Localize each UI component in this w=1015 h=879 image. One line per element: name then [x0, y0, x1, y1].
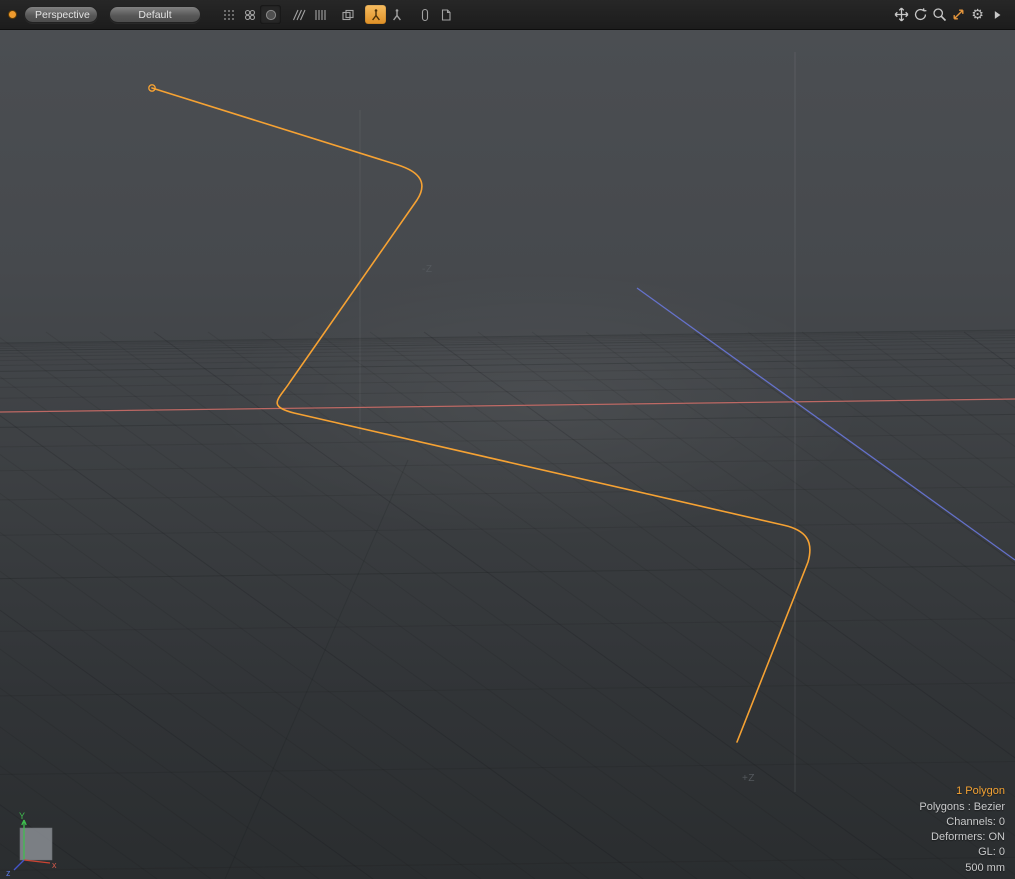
shading-mode-button[interactable]: Default — [109, 6, 201, 23]
overlay-toggle-group — [337, 5, 358, 24]
misc-toggle-group — [414, 5, 456, 24]
modo-3d-viewport-window: Perspective Default — [0, 0, 1015, 879]
settings-gear-icon[interactable]: ⚙ — [968, 5, 987, 24]
view-type-button[interactable]: Perspective — [24, 6, 98, 23]
display-toggle-group — [218, 5, 281, 24]
negative-z-label: -Z — [422, 264, 432, 275]
pan-icon[interactable] — [892, 5, 911, 24]
expand-arrow-icon[interactable] — [987, 5, 1006, 24]
positive-z-label: +Z — [742, 773, 755, 784]
rings-icon[interactable] — [239, 5, 260, 24]
viewport-hud: 1 Polygon Polygons : Bezier Channels: 0 … — [919, 784, 1005, 876]
hatch-toggle-group — [288, 5, 330, 24]
sphere-icon[interactable] — [260, 5, 281, 24]
hud-deformers: Deformers: ON — [919, 830, 1005, 845]
hud-grid-size: 500 mm — [919, 861, 1005, 876]
workplane-square — [20, 828, 52, 860]
ghost-figure-icon[interactable] — [386, 5, 407, 24]
viewport-toolbar: Perspective Default — [0, 0, 1015, 30]
gizmo-x-label: x — [52, 860, 57, 870]
rotate-icon[interactable] — [911, 5, 930, 24]
capsule-icon[interactable] — [414, 5, 435, 24]
axis-gizmo: Y x z — [6, 811, 57, 878]
overlay-squares-icon[interactable] — [337, 5, 358, 24]
hud-gl: GL: 0 — [919, 845, 1005, 860]
hud-selection-count: 1 Polygon — [919, 784, 1005, 799]
gizmo-z-label: z — [6, 868, 11, 878]
fit-view-icon[interactable] — [949, 5, 968, 24]
viewport-options-dot-icon[interactable] — [8, 10, 17, 19]
figure-toggle-group — [365, 5, 407, 24]
gizmo-z-axis — [14, 860, 24, 870]
ghost-figure-active-icon[interactable] — [365, 5, 386, 24]
hud-channels: Channels: 0 — [919, 815, 1005, 830]
hud-polygon-type: Polygons : Bezier — [919, 800, 1005, 815]
zoom-icon[interactable] — [930, 5, 949, 24]
hatch-diagonal-icon[interactable] — [288, 5, 309, 24]
page-icon[interactable] — [435, 5, 456, 24]
vertex-dots-icon[interactable] — [218, 5, 239, 24]
3d-viewport[interactable]: Y x z -Z +Z 1 Polygon Polygons : Bezier … — [0, 30, 1015, 879]
hatch-vertical-icon[interactable] — [309, 5, 330, 24]
gizmo-y-label: Y — [19, 811, 25, 821]
gizmo-x-axis — [24, 860, 50, 863]
navigation-tool-group: ⚙ — [892, 5, 1006, 24]
viewport-scene: Y x z — [0, 30, 1015, 879]
